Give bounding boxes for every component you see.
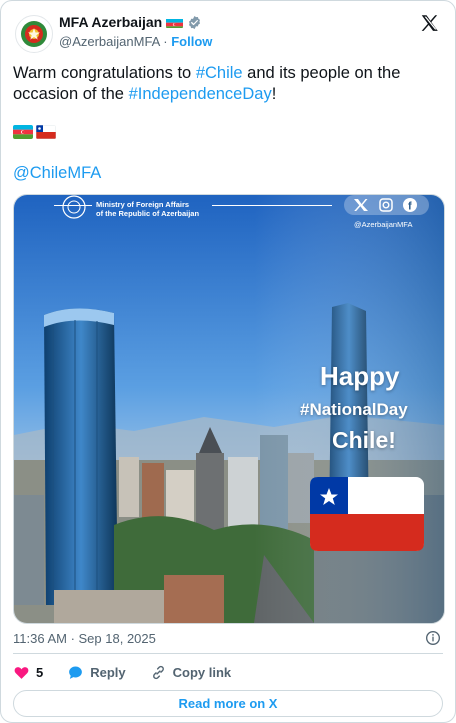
- x-logo-icon[interactable]: [419, 13, 441, 35]
- hashtag-independence-day[interactable]: #IndependenceDay: [129, 85, 272, 103]
- azerbaijan-flag-icon: [166, 17, 184, 28]
- tweet-text: Warm congratulations to #Chile and its p…: [13, 63, 443, 105]
- social-icons: f: [344, 195, 429, 215]
- heart-icon: [14, 667, 29, 679]
- azerbaijan-flag-icon: [13, 125, 33, 139]
- read-more-button[interactable]: Read more on X: [13, 690, 443, 717]
- action-bar: 5 Reply Copy link: [13, 664, 255, 681]
- link-icon: [152, 665, 164, 680]
- headline-happy: Happy: [320, 361, 400, 391]
- ministry-caption: Ministry of Foreign Affairs of the Repub…: [96, 200, 199, 218]
- author-name-row: MFA Azerbaijan: [59, 14, 202, 30]
- chile-flag-icon: [36, 125, 56, 139]
- tweet-text-part: !: [271, 85, 277, 103]
- image-social-handle: @AzerbaijanMFA: [354, 220, 413, 229]
- separator: ·: [163, 34, 168, 49]
- emblem-icon: [17, 17, 51, 51]
- reply-button[interactable]: Reply: [67, 664, 126, 681]
- mention-chilemfa[interactable]: @ChileMFA: [13, 164, 101, 183]
- follow-button[interactable]: Follow: [171, 34, 212, 49]
- x-icon: [354, 199, 368, 211]
- timestamp[interactable]: 11:36 AM · Sep 18, 2025: [13, 631, 156, 646]
- ministry-line1: Ministry of Foreign Affairs: [96, 200, 190, 209]
- reply-label: Reply: [90, 665, 126, 680]
- tweet-text-part: Warm congratulations to: [13, 64, 196, 82]
- instagram-icon: [379, 198, 393, 212]
- tweet-image[interactable]: Ministry of Foreign Affairs of the Repub…: [13, 194, 445, 624]
- ministry-line2: of the Republic of Azerbaijan: [96, 209, 200, 218]
- hashtag-chile[interactable]: #Chile: [196, 64, 243, 82]
- handle[interactable]: @AzerbaijanMFA: [59, 34, 160, 49]
- headline-chile: Chile!: [332, 427, 396, 453]
- copy-link-button[interactable]: Copy link: [150, 664, 232, 681]
- info-icon[interactable]: [425, 630, 441, 646]
- tweet-card: MFA Azerbaijan @AzerbaijanMFA · Follow W…: [0, 0, 456, 723]
- like-button[interactable]: 5: [13, 664, 43, 681]
- headline-nationalday: #NationalDay: [300, 400, 408, 419]
- handle-row: @AzerbaijanMFA · Follow: [59, 34, 212, 49]
- copy-link-label: Copy link: [172, 665, 232, 680]
- flag-emojis: [13, 125, 56, 139]
- verified-badge-icon: [189, 15, 201, 29]
- reply-bubble-icon: [69, 666, 83, 679]
- divider: [13, 653, 443, 654]
- like-count: 5: [36, 665, 44, 680]
- avatar[interactable]: [15, 15, 53, 53]
- display-name[interactable]: MFA Azerbaijan: [59, 14, 162, 30]
- svg-text:f: f: [408, 201, 412, 213]
